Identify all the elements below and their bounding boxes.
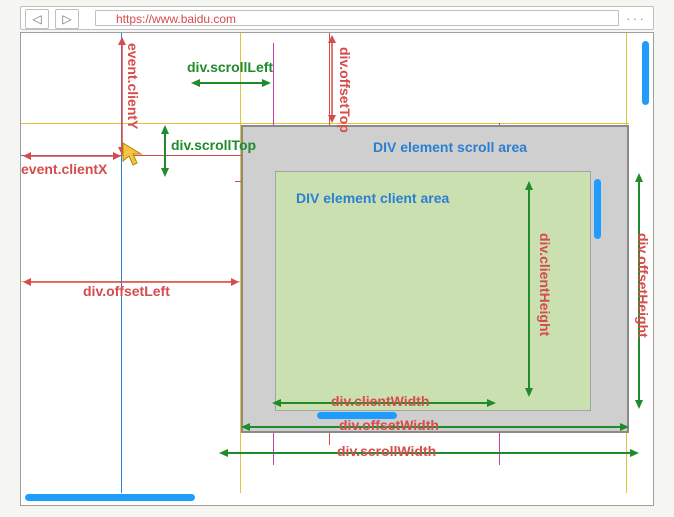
arrow-event-clientX xyxy=(23,151,123,161)
chevron-right-icon: ▷ xyxy=(62,12,71,26)
outer-scrollbar-horizontal[interactable] xyxy=(25,494,637,501)
label-scrollLeft: div.scrollLeft xyxy=(187,59,273,75)
outer-scroll-thumb-h[interactable] xyxy=(25,494,195,501)
inner-scroll-thumb-v[interactable] xyxy=(594,179,601,239)
nav-buttons: ◁ ▷ xyxy=(25,9,79,29)
guide-offset-top-ref xyxy=(21,123,629,124)
label-offsetTop: div.offsetTop xyxy=(337,47,353,133)
browser-viewport: DIV element scroll area DIV element clie… xyxy=(20,32,654,506)
inner-scroll-thumb-h[interactable] xyxy=(317,412,397,419)
arrow-scrollLeft xyxy=(191,77,271,89)
inner-scrollbar-vertical[interactable] xyxy=(594,173,601,409)
outer-scroll-thumb-v[interactable] xyxy=(642,41,649,105)
cursor-icon xyxy=(121,141,147,167)
back-button[interactable]: ◁ xyxy=(25,9,49,29)
label-event-clientX: event.clientX xyxy=(21,161,107,177)
diagram-stage: ◁ ▷ https://www.baidu.com ··· xyxy=(0,0,674,517)
client-area-title: DIV element client area xyxy=(296,190,449,206)
inner-scrollbar-horizontal[interactable] xyxy=(277,412,591,419)
arrow-offsetHeight xyxy=(633,173,645,409)
label-event-clientY: event.clientY xyxy=(125,43,141,129)
arrow-event-clientY xyxy=(117,37,127,157)
arrow-scrollWidth xyxy=(219,447,639,459)
chevron-left-icon: ◁ xyxy=(32,12,41,26)
arrow-offsetLeft xyxy=(23,277,241,287)
address-bar[interactable]: https://www.baidu.com xyxy=(95,10,619,26)
arrow-offsetTop xyxy=(327,35,337,125)
more-icon: ··· xyxy=(626,10,646,26)
div-scroll-area: DIV element scroll area DIV element clie… xyxy=(241,125,629,433)
arrow-clientWidth xyxy=(272,397,496,409)
arrow-scrollTop xyxy=(159,125,171,177)
arrow-clientHeight xyxy=(523,181,535,397)
more-menu-button[interactable]: ··· xyxy=(621,7,651,29)
arrow-offsetWidth xyxy=(241,421,629,433)
forward-button[interactable]: ▷ xyxy=(55,9,79,29)
browser-chrome: ◁ ▷ https://www.baidu.com ··· xyxy=(20,6,654,30)
div-client-area: DIV element client area xyxy=(275,171,591,411)
scroll-area-title: DIV element scroll area xyxy=(373,139,527,155)
